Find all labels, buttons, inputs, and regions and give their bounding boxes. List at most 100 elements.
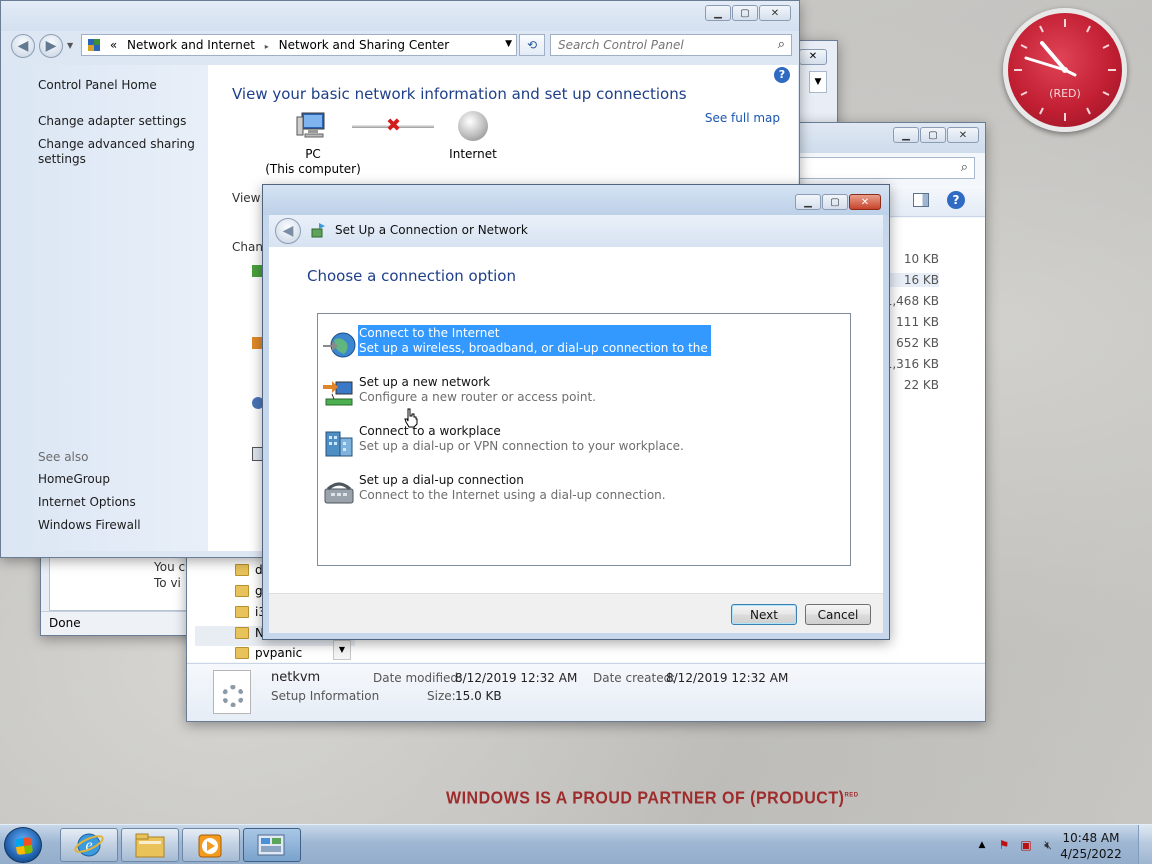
option-description: Connect to the Internet using a dial-up … — [359, 488, 666, 502]
control-panel-icon — [257, 834, 285, 856]
refresh-button[interactable]: ⟲ — [519, 34, 545, 56]
option-connect-workplace[interactable]: Connect to a workplace Set up a dial-up … — [322, 424, 842, 464]
back-button[interactable]: ◀ — [275, 218, 301, 244]
next-button[interactable]: Next — [731, 604, 797, 625]
internet-globe-icon[interactable] — [458, 111, 488, 141]
option-description: Configure a new router or access point. — [359, 390, 596, 404]
nsc-titlebar[interactable]: ▁ ▢ ✕ — [1, 1, 799, 31]
folder-icon — [235, 627, 249, 639]
connection-options-list[interactable]: Connect to the Internet Set up a wireles… — [317, 313, 851, 566]
minimize-button[interactable]: ▁ — [705, 5, 731, 21]
windows-firewall-link[interactable]: Windows Firewall — [38, 518, 198, 533]
file-name: netkvm — [271, 670, 321, 685]
content-line-1: You c — [154, 560, 186, 574]
recent-pages-dropdown[interactable]: ▼ — [67, 41, 73, 50]
page-content: You c To vi — [49, 557, 199, 611]
dialog-heading: Choose a connection option — [307, 267, 516, 285]
setup-file-icon — [213, 670, 251, 714]
option-new-network[interactable]: Set up a new network Configure a new rou… — [322, 375, 842, 415]
breadcrumb-overflow[interactable]: « — [110, 38, 117, 52]
internet-options-link[interactable]: Internet Options — [38, 495, 198, 510]
option-connect-internet[interactable]: Connect to the Internet Set up a wireles… — [322, 325, 842, 366]
date-modified-value: 8/12/2019 12:32 AM — [455, 671, 578, 685]
option-title: Connect to a workplace — [359, 424, 501, 438]
start-button[interactable] — [4, 827, 42, 863]
clock-date: 4/25/2022 — [1060, 847, 1122, 861]
show-hidden-icons-button[interactable]: ▲ — [974, 837, 990, 853]
status-text: Done — [49, 616, 81, 630]
breadcrumb-network-sharing-center[interactable]: Network and Sharing Center — [279, 38, 450, 52]
option-dialup[interactable]: Set up a dial-up connection Connect to t… — [322, 473, 842, 513]
breadcrumb-network-and-internet[interactable]: Network and Internet — [127, 38, 255, 52]
help-icon[interactable]: ? — [774, 67, 790, 83]
cancel-button[interactable]: Cancel — [805, 604, 871, 625]
window-controls: ▁ ▢ ✕ — [705, 5, 791, 21]
maximize-button[interactable]: ▢ — [822, 194, 848, 210]
file-explorer-icon — [135, 833, 165, 858]
address-bar[interactable]: « Network and Internet ▸ Network and Sha… — [81, 34, 517, 56]
folder-name: pvpanic — [255, 646, 303, 660]
search-input[interactable] — [551, 35, 765, 55]
folder-icon — [235, 564, 249, 576]
dialog-footer: Next Cancel — [269, 593, 883, 633]
see-also-heading: See also — [38, 450, 89, 464]
dialog-titlebar[interactable]: ▁ ▢ ✕ — [263, 185, 889, 215]
size-value: 15.0 KB — [455, 689, 502, 703]
close-button[interactable]: ✕ — [849, 194, 881, 210]
file-type: Setup Information — [271, 689, 380, 703]
forward-button[interactable]: ▶ — [39, 34, 63, 58]
homegroup-link[interactable]: HomeGroup — [38, 472, 198, 487]
scroll-down-button[interactable]: ▼ — [333, 640, 351, 660]
change-advanced-sharing-link[interactable]: Change advanced sharing settings — [38, 137, 198, 167]
wizard-header: ◀ Set Up a Connection or Network — [269, 215, 883, 247]
close-button[interactable]: ✕ — [799, 49, 827, 65]
breadcrumb-separator[interactable]: ▸ — [265, 42, 269, 51]
option-description: Set up a wireless, broadband, or dial-up… — [359, 341, 764, 355]
search-icon: ⌕ — [960, 160, 968, 175]
back-button[interactable]: ◀ — [11, 34, 35, 58]
setup-connection-dialog[interactable]: ▁ ▢ ✕ ◀ Set Up a Connection or Network C… — [262, 184, 890, 640]
see-full-map-link[interactable]: See full map — [705, 111, 780, 125]
taskbar: e ▲ ⚑ ▣ 🔇︎ 10:48 AM 4/25/2022 — [0, 824, 1152, 864]
help-icon[interactable]: ? — [947, 191, 965, 209]
folder-icon — [235, 606, 249, 618]
taskbar-media-player[interactable] — [182, 828, 240, 862]
system-clock[interactable]: 10:48 AM 4/25/2022 — [1056, 830, 1126, 862]
show-desktop-button[interactable] — [1138, 825, 1152, 864]
maximize-button[interactable]: ▢ — [920, 127, 946, 143]
modem-phone-icon — [324, 482, 354, 504]
dropdown-button[interactable]: ▼ — [809, 71, 827, 93]
action-center-flag-icon[interactable]: ⚑ — [996, 837, 1012, 853]
change-adapter-settings-link[interactable]: Change adapter settings — [38, 114, 198, 129]
media-player-icon — [198, 834, 222, 858]
option-title: Connect to the Internet — [359, 326, 500, 340]
window-controls: ▁ ▢ ✕ — [795, 194, 881, 210]
taskbar-internet-explorer[interactable]: e — [60, 828, 118, 862]
minimize-button[interactable]: ▁ — [893, 127, 919, 143]
folder-icon — [235, 585, 249, 597]
preview-pane-icon[interactable] — [913, 193, 929, 207]
clock-gadget[interactable]: (RED) — [1003, 8, 1127, 132]
computer-icon[interactable] — [296, 111, 328, 139]
hand-cursor-icon — [404, 408, 418, 428]
address-dropdown[interactable]: ▼ — [505, 39, 512, 49]
product-red-branding: WINDOWS IS A PROUD PARTNER OF (PRODUCT)R… — [446, 789, 859, 809]
close-button[interactable]: ✕ — [947, 127, 979, 143]
dialog-body: Choose a connection option Connect to th… — [269, 247, 883, 593]
page-title: View your basic network information and … — [232, 85, 687, 103]
control-panel-home-link[interactable]: Control Panel Home — [38, 78, 198, 93]
taskbar-file-explorer[interactable] — [121, 828, 179, 862]
search-box[interactable]: ⌕ — [550, 34, 792, 56]
clock-face-icon — [1014, 19, 1116, 121]
search-icon[interactable]: ⌕ — [778, 37, 785, 52]
minimize-button[interactable]: ▁ — [795, 194, 821, 210]
network-disconnected-icon[interactable]: ▣ — [1018, 837, 1034, 853]
disconnected-x-icon[interactable]: ✖ — [386, 115, 401, 136]
taskbar-control-panel[interactable] — [243, 828, 301, 862]
globe-connect-icon — [323, 332, 356, 358]
volume-muted-icon[interactable]: 🔇︎ — [1040, 837, 1056, 853]
maximize-button[interactable]: ▢ — [732, 5, 758, 21]
close-button[interactable]: ✕ — [759, 5, 791, 21]
new-network-icon — [323, 381, 353, 406]
status-bar: Done — [41, 611, 191, 635]
